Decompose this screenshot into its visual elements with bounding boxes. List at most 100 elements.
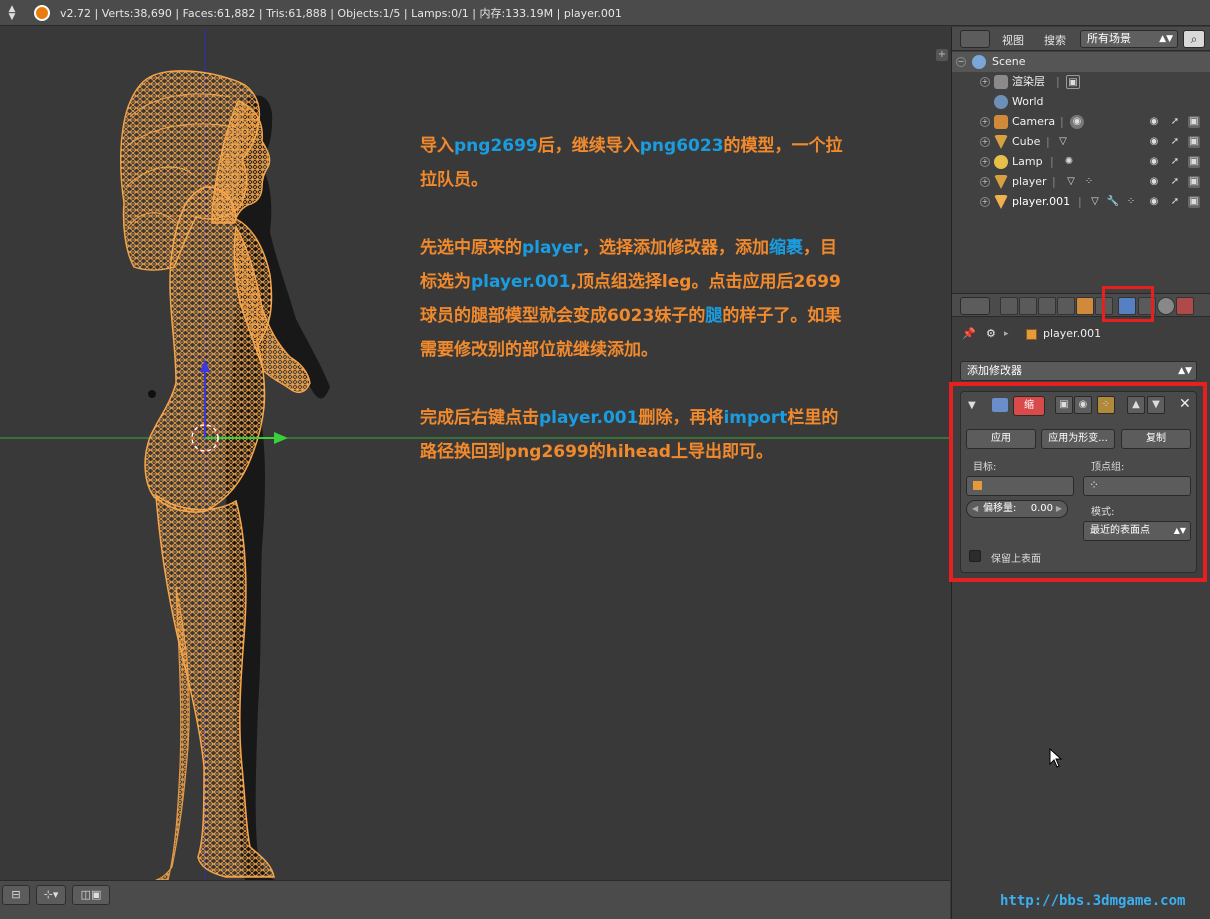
outliner-row-player001[interactable]: + player.001 | ▽ 🔧 ⁘ ◉ ➚ ▣	[952, 192, 1210, 212]
instruction-text: 导入	[420, 136, 454, 156]
render-layers-tab-icon[interactable]	[1019, 297, 1037, 315]
outliner-row-cube[interactable]: + Cube | ▽ ◉ ➚ ▣	[952, 132, 1210, 152]
cursor-icon[interactable]: ➚	[1169, 196, 1181, 208]
expand-icon[interactable]: +	[980, 137, 990, 147]
collapse-triangle-icon[interactable]: ▼	[968, 400, 976, 411]
vertex-group-field[interactable]: ⁘	[1083, 476, 1191, 496]
mesh-data-icon[interactable]: ▽	[1088, 195, 1102, 209]
chevron-updown-icon: ▲▼	[1159, 34, 1173, 44]
highlighted-term: player.001	[471, 272, 571, 292]
search-icon[interactable]: ⌕	[1183, 30, 1205, 48]
separator: |	[1056, 75, 1060, 88]
apply-button[interactable]: 应用	[966, 429, 1036, 449]
outliner-label-camera: Camera	[1012, 115, 1056, 128]
target-field[interactable]	[966, 476, 1074, 496]
mouse-pointer-icon	[1049, 748, 1063, 768]
close-icon[interactable]: ✕	[1179, 396, 1191, 412]
expand-icon[interactable]: +	[980, 177, 990, 187]
cursor-icon[interactable]: ➚	[1169, 116, 1181, 128]
apply-as-shape-button[interactable]: 应用为形变...	[1041, 429, 1115, 449]
camera-icon[interactable]: ▣	[1188, 136, 1200, 148]
outliner-row-world[interactable]: World	[952, 92, 1210, 112]
keep-above-surface-checkbox[interactable]	[969, 550, 981, 562]
eye-icon[interactable]: ◉	[1148, 196, 1160, 208]
camera-icon[interactable]: ▣	[1188, 176, 1200, 188]
modifier-name-field[interactable]: 缩	[1013, 396, 1045, 416]
collapse-icon[interactable]: −	[956, 57, 966, 67]
instruction-text: 后，继续导入	[537, 136, 640, 156]
eye-icon[interactable]: ◉	[1148, 116, 1160, 128]
site-watermark: http://bbs.3dmgame.com	[1000, 893, 1186, 909]
camera-icon[interactable]: ▣	[1188, 156, 1200, 168]
material-tab-icon[interactable]	[1157, 297, 1175, 315]
increment-arrow-icon[interactable]: ▶	[1056, 501, 1062, 517]
camera-data-icon[interactable]: ◉	[1070, 115, 1084, 129]
camera-icon[interactable]: ▣	[1188, 116, 1200, 128]
3d-viewport[interactable]: + 导入png2699后，继续导入png6023的模型，一个拉拉队员。 先选中原…	[0, 27, 950, 880]
render-layer-icon[interactable]: ▣	[1066, 75, 1080, 89]
mode-select[interactable]: 最近的表面点 ▲▼	[1083, 521, 1191, 541]
cube-icon	[1026, 329, 1037, 340]
outliner-label-cube: Cube	[1012, 135, 1041, 148]
cursor-icon[interactable]: ➚	[1169, 176, 1181, 188]
properties-editor-type-button[interactable]	[960, 297, 990, 315]
eye-icon[interactable]: ◉	[1074, 396, 1092, 414]
blender-logo-icon	[34, 4, 50, 21]
copy-button[interactable]: 复制	[1121, 429, 1191, 449]
scene-tab-icon[interactable]	[1038, 297, 1056, 315]
view-menu[interactable]: 视图	[1002, 32, 1024, 48]
outliner-row-render-layers[interactable]: + 渲染层 | ▣	[952, 72, 1210, 92]
offset-number-field[interactable]: ◀ 偏移量: 0.00 ▶	[966, 500, 1068, 518]
render-tab-icon[interactable]	[1000, 297, 1018, 315]
object-tab-icon[interactable]	[1076, 297, 1094, 315]
lamp-data-icon[interactable]: ✺	[1062, 155, 1076, 169]
render-toggle-icon[interactable]: ▣	[1055, 396, 1073, 414]
outliner-row-camera[interactable]: + Camera | ◉ ◉ ➚ ▣	[952, 112, 1210, 132]
editor-type-stepper-icon[interactable]: ▲ ▼	[4, 4, 20, 21]
vertex-groups-icon[interactable]: ⁘	[1124, 195, 1138, 209]
decrement-arrow-icon[interactable]: ◀	[972, 501, 978, 517]
outliner-row-player[interactable]: + player | ▽ ⁘ ◉ ➚ ▣	[952, 172, 1210, 192]
outliner-row-scene[interactable]: − Scene	[952, 52, 1210, 72]
eye-icon[interactable]: ◉	[1148, 156, 1160, 168]
cursor-icon[interactable]: ➚	[1169, 136, 1181, 148]
snap-icon[interactable]: ⊹▾	[36, 885, 66, 905]
separator: |	[1078, 195, 1082, 208]
highlighted-term: 腿	[705, 306, 723, 326]
outliner-editor-type-button[interactable]	[960, 30, 990, 48]
eye-icon[interactable]: ◉	[1148, 136, 1160, 148]
texture-tab-icon[interactable]	[1176, 297, 1194, 315]
move-down-icon[interactable]: ▼	[1147, 396, 1165, 414]
mesh-object-icon	[994, 175, 1008, 189]
vertex-groups-icon[interactable]: ⁘	[1082, 175, 1096, 189]
expand-icon[interactable]: +	[980, 77, 990, 87]
expand-icon[interactable]: +	[980, 117, 990, 127]
expand-icon[interactable]: +	[980, 157, 990, 167]
add-modifier-label: 添加修改器	[967, 364, 1022, 377]
highlighted-term: png6023	[639, 136, 724, 156]
cursor-icon[interactable]: ➚	[1169, 156, 1181, 168]
outliner-row-lamp[interactable]: + Lamp | ✺ ◉ ➚ ▣	[952, 152, 1210, 172]
render-icon[interactable]: ◫▣	[72, 885, 110, 905]
expand-icon[interactable]: +	[980, 197, 990, 207]
editmode-toggle-icon[interactable]: ⁘	[1097, 396, 1115, 414]
display-mode-select[interactable]: 所有场景 ▲▼	[1080, 30, 1178, 48]
pin-icon[interactable]: 📌	[962, 322, 976, 346]
mesh-data-icon[interactable]: ▽	[1056, 135, 1070, 149]
move-up-icon[interactable]: ▲	[1127, 396, 1145, 414]
object-icon: ⚙	[986, 327, 996, 340]
add-modifier-dropdown[interactable]: 添加修改器 ▲▼	[960, 361, 1197, 381]
pivot-point-icon[interactable]	[11, 885, 35, 905]
viewport-toolshelf-toggle-icon[interactable]: +	[936, 49, 948, 61]
outliner-tree[interactable]: − Scene + 渲染层 | ▣ World + Camera | ◉ ◉ ➚…	[952, 52, 1210, 307]
instruction-text: 删除，再将	[638, 408, 724, 428]
mode-label: 模式:	[1091, 507, 1115, 518]
world-tab-icon[interactable]	[1057, 297, 1075, 315]
search-menu[interactable]: 搜索	[1044, 32, 1066, 48]
eye-icon[interactable]: ◉	[1148, 176, 1160, 188]
vertex-groups-icon: ⁘	[1089, 478, 1100, 492]
mesh-data-icon[interactable]: ▽	[1064, 175, 1078, 189]
camera-icon[interactable]: ▣	[1188, 196, 1200, 208]
right-editors: 视图 搜索 所有场景 ▲▼ ⌕ − Scene + 渲染层 | ▣ World …	[949, 27, 1210, 919]
wrench-icon[interactable]: 🔧	[1106, 195, 1120, 209]
